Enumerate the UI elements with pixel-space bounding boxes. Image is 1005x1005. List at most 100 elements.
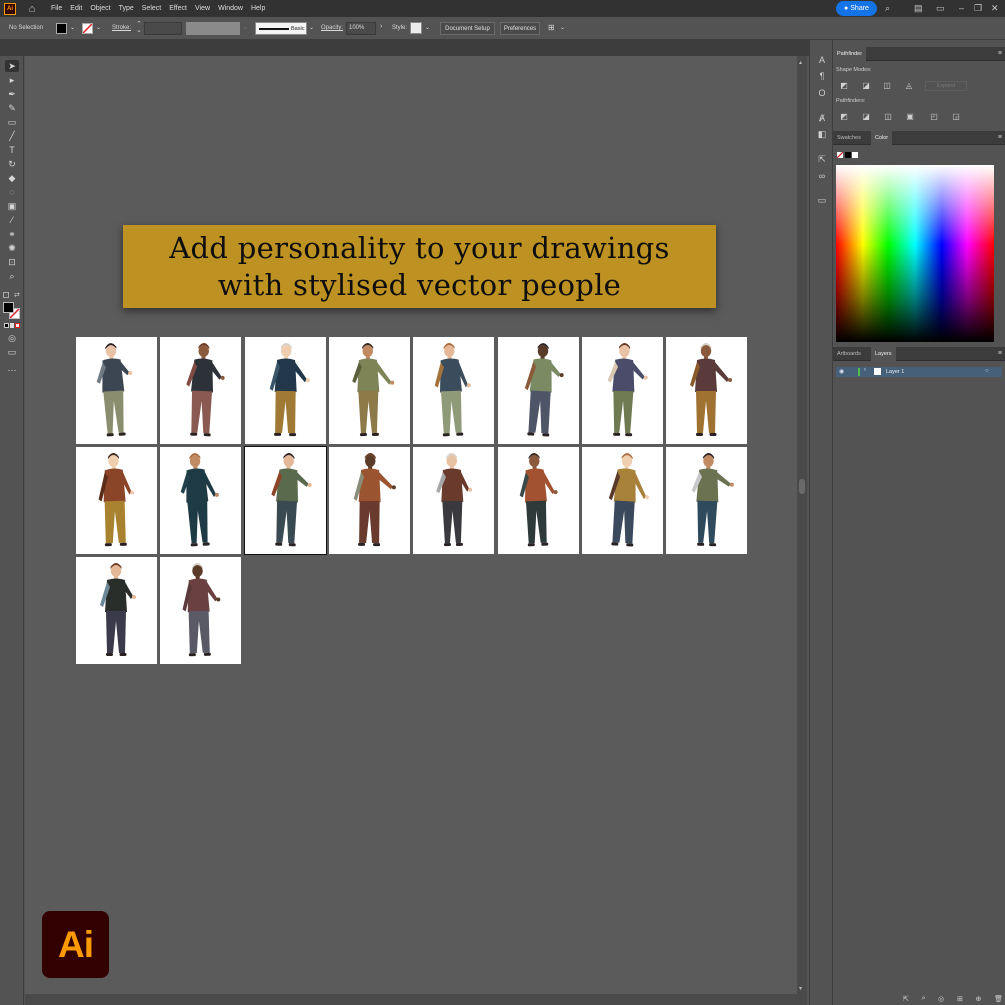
home-icon[interactable]: ⌂	[26, 3, 38, 15]
zoom-tool-icon[interactable]: ⌕	[5, 270, 19, 282]
export-selection-icon[interactable]: ⇱	[903, 995, 909, 1005]
paintbrush-tool-icon[interactable]: ╱	[5, 130, 19, 142]
figure-sweater-skirt[interactable]	[498, 447, 579, 554]
rotate-tool-icon[interactable]: ↻	[5, 158, 19, 170]
minus-front-icon[interactable]: ◪	[861, 81, 871, 91]
selection-tool-icon[interactable]: ➤	[5, 60, 19, 72]
menu-type[interactable]: Type	[119, 5, 134, 12]
type-tool-icon[interactable]: T	[5, 144, 19, 156]
unite-icon[interactable]: ◩	[839, 81, 849, 91]
export-panel-icon[interactable]: ⇱	[816, 153, 828, 165]
brush-definition-select[interactable]: Basic	[255, 22, 307, 35]
search-icon[interactable]: ⌕	[885, 2, 890, 14]
opentype-panel-icon[interactable]: O	[816, 87, 828, 99]
figure-long-dress[interactable]	[160, 447, 241, 554]
outline-icon[interactable]: ◰	[929, 112, 939, 122]
tab-pathfinder[interactable]: Pathfinder	[833, 47, 867, 61]
layer-name[interactable]: Layer 1	[886, 369, 904, 375]
figure-backpacker[interactable]	[329, 447, 410, 554]
tab-artboards[interactable]: Artboards	[833, 347, 865, 361]
menu-help[interactable]: Help	[251, 5, 265, 12]
minimize-icon[interactable]: –	[959, 2, 964, 14]
paragraph-panel-icon[interactable]: ¶	[816, 70, 828, 82]
fill-swatch[interactable]	[56, 23, 67, 34]
scroll-down-icon[interactable]: ▾	[799, 985, 802, 992]
style-dropdown-icon[interactable]: ⌄	[425, 24, 430, 31]
artboard-tool-icon[interactable]: ⊡	[5, 256, 19, 268]
blend-tool-icon[interactable]: ⚭	[5, 228, 19, 240]
white-swatch[interactable]	[852, 152, 858, 158]
figure-apron-dress[interactable]	[413, 447, 494, 554]
figure-crouching-reach[interactable]	[76, 337, 157, 444]
layer-row[interactable]: ◉ › Layer 1 ○	[836, 367, 1002, 377]
figure-elder-cane[interactable]	[498, 337, 579, 444]
share-button[interactable]: ● Share	[836, 1, 877, 16]
figure-hijab-patterned-pants[interactable]	[160, 337, 241, 444]
stroke-dropdown-icon[interactable]: ⌄	[96, 24, 101, 31]
crop-icon[interactable]: ▣	[905, 112, 915, 122]
menu-file[interactable]: File	[51, 5, 62, 12]
pathfinder-menu-icon[interactable]: ≡	[998, 50, 1002, 57]
none-swatch-icon[interactable]	[837, 152, 843, 158]
properties-panel-icon[interactable]: ◧	[816, 128, 828, 140]
eraser-tool-icon[interactable]: ◆	[5, 172, 19, 184]
rectangle-tool-icon[interactable]: ▭	[5, 116, 19, 128]
fill-color-icon[interactable]	[3, 302, 14, 313]
menu-select[interactable]: Select	[142, 5, 161, 12]
more-tools-icon[interactable]: ⋯	[5, 364, 19, 376]
opacity-label[interactable]: Opacity:	[321, 25, 343, 31]
stroke-weight-stepper[interactable]: ⌃ ⌄	[136, 21, 142, 34]
comments-panel-icon[interactable]: ▭	[816, 194, 828, 206]
symbol-sprayer-tool-icon[interactable]: ✺	[5, 242, 19, 254]
vertical-scroll-thumb[interactable]	[799, 479, 805, 494]
menu-object[interactable]: Object	[90, 5, 110, 12]
links-panel-icon[interactable]: ∞	[816, 170, 828, 182]
divide-icon[interactable]: ◩	[839, 112, 849, 122]
stroke-label[interactable]: Stroke:	[112, 25, 131, 31]
graphic-style-swatch[interactable]	[410, 22, 422, 34]
character-panel-icon[interactable]: A	[816, 54, 828, 66]
expand-button[interactable]: Expand	[925, 81, 967, 91]
lasso-tool-icon[interactable]: ◌	[5, 186, 19, 198]
minus-back-icon[interactable]: ◲	[951, 112, 961, 122]
arrange-dropdown-icon[interactable]: ⌄	[560, 24, 565, 31]
eyedropper-tool-icon[interactable]: ⁄	[5, 214, 19, 226]
menu-view[interactable]: View	[195, 5, 210, 12]
locate-object-icon[interactable]: ⌕	[922, 995, 926, 1005]
scroll-up-icon[interactable]: ▴	[799, 59, 802, 66]
glyphs-panel-icon[interactable]: Ⱥ	[816, 112, 828, 124]
figure-waving-backpack[interactable]	[666, 447, 747, 554]
workspace-switcher-icon[interactable]: ▭	[936, 2, 945, 14]
figure-mother-child[interactable]	[582, 447, 663, 554]
figure-striped-back[interactable]	[244, 446, 327, 555]
curvature-tool-icon[interactable]: ✎	[5, 102, 19, 114]
brush-dropdown-icon[interactable]: ⌄	[309, 24, 314, 31]
expand-layer-icon[interactable]: ›	[864, 367, 866, 373]
trim-icon[interactable]: ◪	[861, 112, 871, 122]
title-banner[interactable]: Add personality to your drawings with st…	[123, 225, 716, 308]
delete-layer-icon[interactable]: 🗑	[994, 995, 1003, 1005]
layers-menu-icon[interactable]: ≡	[998, 350, 1002, 357]
pen-tool-icon[interactable]: ✒	[5, 88, 19, 100]
figure-walking-coat[interactable]	[245, 337, 326, 444]
document-setup-button[interactable]: Document Setup	[440, 22, 495, 35]
opacity-arrow-icon[interactable]: ›	[380, 23, 382, 30]
fill-dropdown-icon[interactable]: ⌄	[70, 24, 75, 31]
make-clipping-mask-icon[interactable]: ◎	[938, 995, 944, 1005]
stroke-swatch[interactable]	[82, 23, 93, 34]
color-spectrum-picker[interactable]	[836, 165, 994, 342]
intersect-icon[interactable]: ◫	[882, 81, 892, 91]
color-menu-icon[interactable]: ≡	[998, 134, 1002, 141]
figure-woman-handbag[interactable]	[666, 337, 747, 444]
draw-mode-icon[interactable]: ◎	[5, 332, 19, 344]
tab-swatches[interactable]: Swatches	[833, 131, 865, 145]
figure-hood-gesturing[interactable]	[329, 337, 410, 444]
arrange-icon[interactable]: ⊞	[548, 23, 555, 32]
arrange-documents-icon[interactable]: ▤	[914, 2, 923, 14]
merge-icon[interactable]: ◫	[883, 112, 893, 122]
black-swatch[interactable]	[845, 152, 851, 158]
restore-icon[interactable]: ❐	[974, 2, 982, 14]
figure-hat-mustard[interactable]	[76, 447, 157, 554]
new-layer-icon[interactable]: ⊕	[976, 995, 982, 1005]
exclude-icon[interactable]: ◬	[904, 81, 914, 91]
